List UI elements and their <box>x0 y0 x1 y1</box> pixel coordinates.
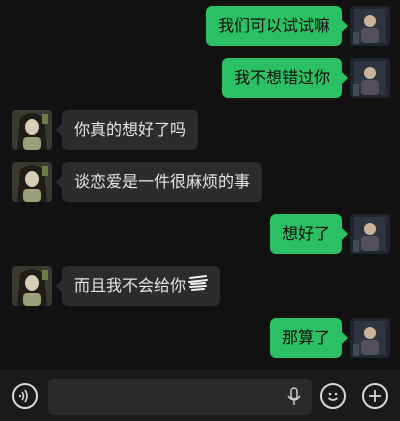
message-row: 谈恋爱是一件很麻烦的事 <box>0 162 400 206</box>
own-avatar[interactable] <box>350 6 390 46</box>
message-text: 我不想错过你 <box>233 68 330 87</box>
message-text: 我们可以试试嘛 <box>217 16 330 35</box>
message-bubble-outgoing[interactable]: 想好了 <box>269 214 349 254</box>
scribbled-out-text <box>188 267 209 307</box>
contact-avatar[interactable] <box>12 110 52 150</box>
input-bar <box>0 370 400 421</box>
voice-icon[interactable] <box>12 383 38 409</box>
message-input[interactable] <box>48 379 312 415</box>
message-text: 想好了 <box>281 224 330 243</box>
message-row: 我们可以试试嘛 <box>0 6 400 50</box>
message-bubble-outgoing[interactable]: 我们可以试试嘛 <box>205 6 349 46</box>
message-bubble-incoming[interactable]: 而且我不会给你 <box>55 266 221 307</box>
message-row: 你真的想好了吗 <box>0 110 400 154</box>
message-text: 那算了 <box>281 328 330 347</box>
emoji-icon[interactable] <box>320 383 346 409</box>
contact-avatar[interactable] <box>12 266 52 306</box>
contact-avatar[interactable] <box>12 162 52 202</box>
message-text: 你真的想好了吗 <box>74 120 187 139</box>
own-avatar[interactable] <box>350 214 390 254</box>
message-row: 而且我不会给你 <box>0 266 400 310</box>
message-text: 而且我不会给你 <box>74 276 187 295</box>
message-bubble-outgoing[interactable]: 那算了 <box>269 318 349 358</box>
message-bubble-incoming[interactable]: 谈恋爱是一件很麻烦的事 <box>55 162 263 202</box>
message-row: 我不想错过你 <box>0 58 400 102</box>
own-avatar[interactable] <box>350 58 390 98</box>
plus-icon[interactable] <box>362 383 388 409</box>
message-row: 想好了 <box>0 214 400 258</box>
chat-message-list[interactable]: 我们可以试试嘛 我不想错过你 你真的想好了吗 谈恋爱是一件很麻烦的事 想好了 而… <box>0 0 400 370</box>
message-bubble-incoming[interactable]: 你真的想好了吗 <box>55 110 199 150</box>
microphone-icon[interactable] <box>286 387 302 411</box>
own-avatar[interactable] <box>350 318 390 358</box>
message-row: 那算了 <box>0 318 400 362</box>
message-text: 谈恋爱是一件很麻烦的事 <box>74 172 251 191</box>
message-bubble-outgoing[interactable]: 我不想错过你 <box>221 58 349 98</box>
